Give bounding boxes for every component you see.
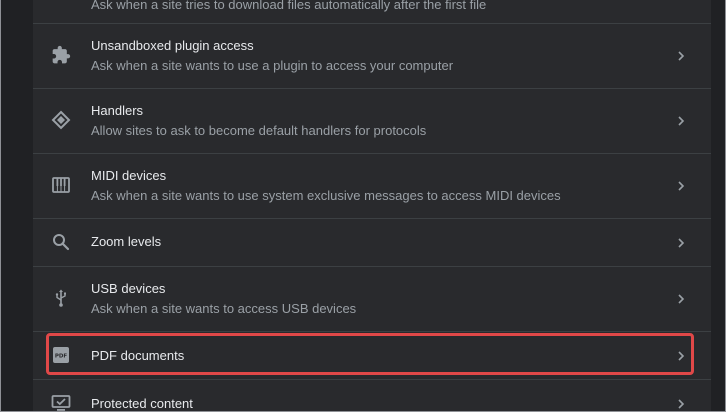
setting-row-protected-content[interactable]: Protected content: [33, 379, 711, 412]
setting-title: Protected content: [91, 396, 193, 411]
svg-text:PDF: PDF: [55, 354, 68, 360]
piano-keys-icon: [50, 174, 72, 196]
usb-icon: [50, 287, 72, 309]
setting-title: Handlers: [91, 103, 144, 118]
setting-row-zoom-levels[interactable]: Zoom levels: [33, 218, 711, 266]
row-divider: [33, 379, 711, 380]
setting-subtitle: Ask when a site wants to use system excl…: [91, 188, 561, 203]
chevron-right-icon: [678, 351, 685, 361]
chevron-right-icon: [678, 294, 685, 304]
chevron-right-icon: [678, 399, 685, 409]
setting-row-handlers[interactable]: Handlers Allow sites to ask to become de…: [33, 88, 711, 153]
chevron-right-icon: [678, 181, 685, 191]
row-divider: [33, 266, 711, 267]
setting-title: PDF documents: [91, 348, 185, 363]
chevron-right-icon: [678, 51, 685, 61]
setting-title: Unsandboxed plugin access: [91, 38, 254, 53]
setting-title: MIDI devices: [91, 168, 167, 183]
setting-subtitle: Allow sites to ask to become default han…: [91, 123, 427, 138]
search-icon: [50, 231, 72, 253]
setting-row-midi-devices[interactable]: MIDI devices Ask when a site wants to us…: [33, 153, 711, 218]
setting-subtitle: Ask when a site wants to access USB devi…: [91, 301, 357, 316]
setting-row-unsandboxed-plugin-access[interactable]: Unsandboxed plugin access Ask when a sit…: [33, 23, 711, 88]
chevron-right-icon: [678, 116, 685, 126]
row-divider: [33, 88, 711, 89]
row-divider: [33, 218, 711, 219]
setting-row-pdf-documents[interactable]: PDF PDF documents: [33, 331, 711, 379]
setting-title: USB devices: [91, 281, 166, 296]
chevron-right-icon: [678, 238, 685, 248]
setting-row-usb-devices[interactable]: USB devices Ask when a site wants to acc…: [33, 266, 711, 331]
row-divider: [33, 153, 711, 154]
window-border-left: [0, 0, 1, 412]
row-divider: [33, 23, 711, 24]
setting-subtitle: Ask when a site wants to use a plugin to…: [91, 58, 454, 73]
handler-diamond-icon: [50, 109, 72, 131]
setting-title: Zoom levels: [91, 234, 162, 249]
scroll-gutter: [711, 0, 725, 412]
setting-subtitle: Ask when a site tries to download files …: [91, 0, 487, 12]
pdf-icon: PDF: [50, 344, 72, 366]
settings-card: Ask when a site tries to download files …: [33, 0, 711, 412]
extension-icon: [50, 44, 72, 66]
row-divider: [33, 331, 711, 332]
setting-row-automatic-downloads[interactable]: Ask when a site tries to download files …: [33, 0, 711, 23]
monitor-check-icon: [50, 392, 72, 412]
